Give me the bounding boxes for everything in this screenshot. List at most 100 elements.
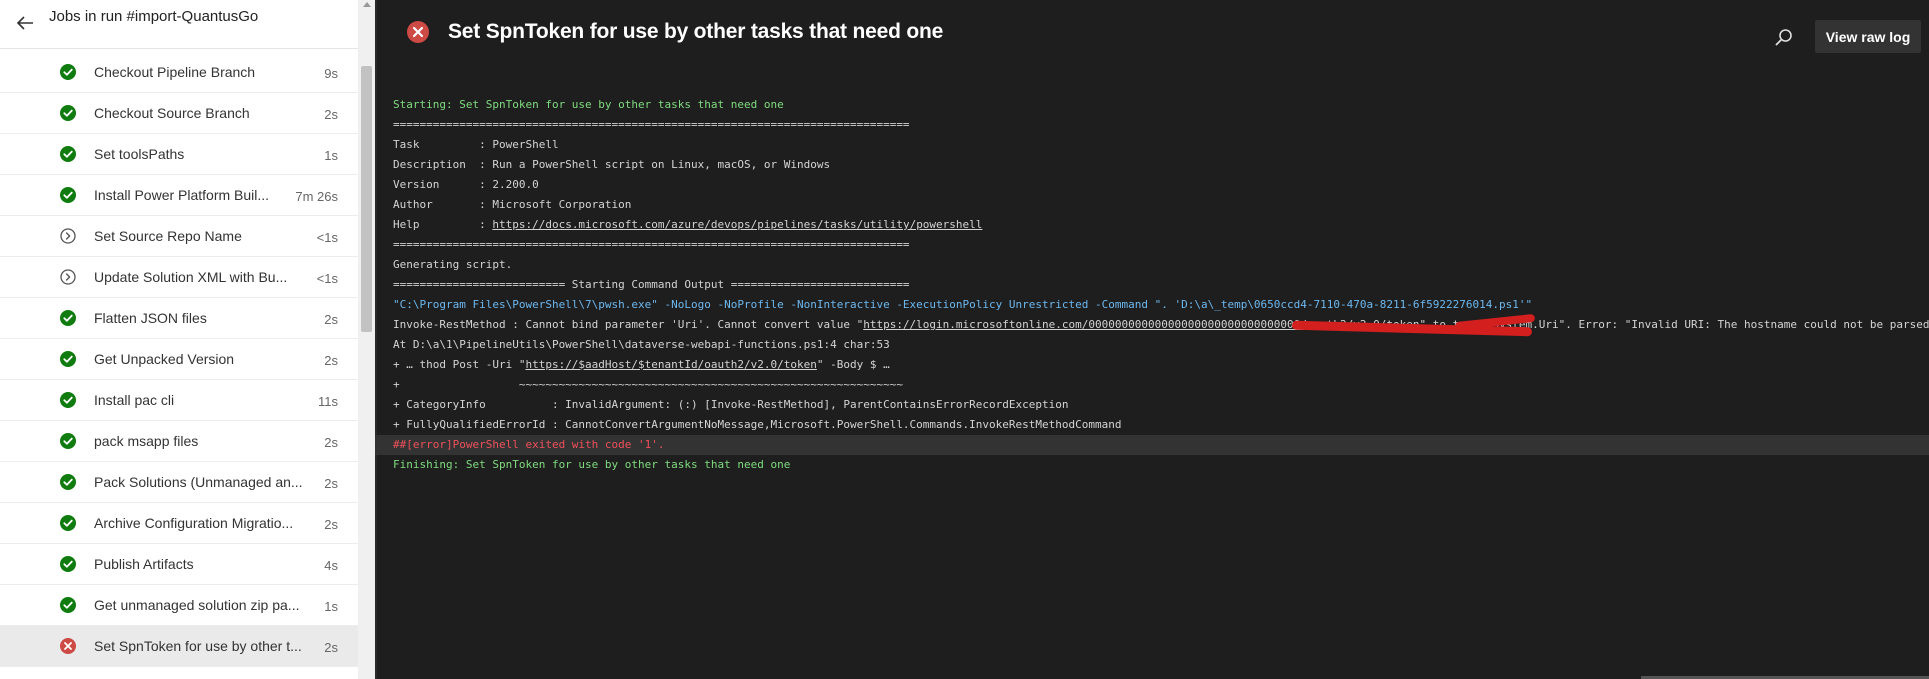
job-step-item[interactable]: Publish Artifacts 4s xyxy=(0,544,358,585)
log-line-command: "C:\Program Files\PowerShell\7\pwsh.exe"… xyxy=(393,298,1533,311)
sidebar-header: Jobs in run #import-QuantusGo xyxy=(0,0,358,49)
log-line: ========================== Starting Comm… xyxy=(393,278,910,291)
log-line: Finishing: Set SpnToken for use by other… xyxy=(393,458,791,471)
job-step-label: Set toolsPaths xyxy=(94,146,185,162)
job-step-label: Install Power Platform Buil... xyxy=(94,187,270,203)
scrollbar-thumb[interactable] xyxy=(361,66,372,332)
job-step-label: Archive Configuration Migratio... xyxy=(94,515,294,531)
job-step-duration: 1s xyxy=(324,599,338,614)
log-line: Starting: Set SpnToken for use by other … xyxy=(393,98,784,111)
job-step-item[interactable]: Get Unpacked Version 2s xyxy=(0,339,358,380)
job-step-duration: 2s xyxy=(324,517,338,532)
success-check-icon xyxy=(60,105,76,121)
success-check-icon xyxy=(60,515,76,531)
log-line-help: Help : https://docs.microsoft.com/azure/… xyxy=(375,215,1929,235)
log-output: Starting: Set SpnToken for use by other … xyxy=(375,95,1929,475)
job-step-duration: 9s xyxy=(324,66,338,81)
log-line: Version : 2.200.0 xyxy=(393,178,539,191)
job-step-label: Update Solution XML with Bu... xyxy=(94,269,288,285)
post-prefix: + … thod Post -Uri " xyxy=(393,358,526,371)
failed-status-icon xyxy=(407,21,429,43)
log-line: Task : PowerShell xyxy=(393,138,559,151)
job-step-list: Checkout Pipeline Branch 9s Checkout Sourc… xyxy=(0,52,358,679)
job-step-item[interactable]: Set SpnToken for use by other t... 2s xyxy=(0,626,358,667)
log-line: At D:\a\1\PipelineUtils\PowerShell\datav… xyxy=(393,338,890,351)
skipped-chevron-icon xyxy=(60,269,76,285)
jobs-sidebar: Jobs in run #import-QuantusGo Checkout P… xyxy=(0,0,375,679)
job-step-label: Flatten JSON files xyxy=(94,310,207,326)
job-step-item[interactable]: Checkout Source Branch 2s xyxy=(0,93,358,134)
job-step-label: Install pac cli xyxy=(94,392,175,408)
job-step-label: pack msapp files xyxy=(94,433,199,449)
job-step-item[interactable]: Flatten JSON files 2s xyxy=(0,298,358,339)
sidebar-title: Jobs in run #import-QuantusGo xyxy=(49,8,259,25)
job-step-duration: 2s xyxy=(324,435,338,450)
job-step-label: Set SpnToken for use by other t... xyxy=(94,638,302,654)
job-step-item[interactable]: Install Power Platform Buil... 7m 26s xyxy=(0,175,358,216)
log-line-invoke-error: Invoke-RestMethod : Cannot bind paramete… xyxy=(375,315,1929,335)
job-step-label: Publish Artifacts xyxy=(94,556,194,572)
job-step-duration: 2s xyxy=(324,476,338,491)
failed-x-icon xyxy=(60,638,76,654)
success-check-icon xyxy=(60,146,76,162)
help-label: Help : xyxy=(393,218,493,231)
job-step-label: Checkout Source Branch xyxy=(94,105,250,121)
success-check-icon xyxy=(60,597,76,613)
post-suffix: " -Body $ … xyxy=(816,358,890,371)
log-panel: Set SpnToken for use by other tasks that… xyxy=(375,0,1929,679)
log-line: ========================================… xyxy=(393,238,910,251)
success-check-icon xyxy=(60,556,76,572)
success-check-icon xyxy=(60,392,76,408)
log-line: + CategoryInfo : InvalidArgument: (:) [I… xyxy=(393,398,1069,411)
log-line: Author : Microsoft Corporation xyxy=(393,198,632,211)
success-check-icon xyxy=(60,474,76,490)
success-check-icon xyxy=(60,187,76,203)
job-step-item[interactable]: Update Solution XML with Bu... <1s xyxy=(0,257,358,298)
log-line-error: ##[error]PowerShell exited with code '1'… xyxy=(375,435,1929,455)
job-step-duration: 1s xyxy=(324,148,338,163)
post-url-link[interactable]: https://$aadHost/$tenantId/oauth2/v2.0/t… xyxy=(525,358,816,371)
success-check-icon xyxy=(60,351,76,367)
job-step-label: Get Unpacked Version xyxy=(94,351,235,367)
view-raw-log-button[interactable]: View raw log xyxy=(1815,20,1921,53)
success-check-icon xyxy=(60,433,76,449)
log-line: Generating script. xyxy=(393,258,513,271)
job-step-label: Checkout Pipeline Branch xyxy=(94,64,256,80)
log-line-post: + … thod Post -Uri "https://$aadHost/$te… xyxy=(375,355,1929,375)
task-title: Set SpnToken for use by other tasks that… xyxy=(448,20,944,43)
success-check-icon xyxy=(60,310,76,326)
invoke-prefix: Invoke-RestMethod : Cannot bind paramete… xyxy=(393,318,864,331)
scroll-up-arrow-icon[interactable] xyxy=(363,2,371,7)
job-step-duration: 2s xyxy=(324,640,338,655)
job-step-label: Pack Solutions (Unmanaged an... xyxy=(94,474,303,490)
job-step-item[interactable]: Archive Configuration Migratio... 2s xyxy=(0,503,358,544)
success-check-icon xyxy=(60,64,76,80)
job-step-label: Set Source Repo Name xyxy=(94,228,242,244)
job-step-item[interactable]: Get unmanaged solution zip pa... 1s xyxy=(0,585,358,626)
log-line: + ~~~~~~~~~~~~~~~~~~~~~~~~~~~~~~~~~~~~~~… xyxy=(393,378,903,391)
log-line: + FullyQualifiedErrorId : CannotConvertA… xyxy=(393,418,1122,431)
job-step-duration: 2s xyxy=(324,107,338,122)
job-step-duration: 2s xyxy=(324,312,338,327)
log-line: ========================================… xyxy=(393,118,910,131)
job-step-duration: 11s xyxy=(318,394,338,409)
log-line: Description : Run a PowerShell script on… xyxy=(393,158,831,171)
job-step-duration: <1s xyxy=(316,230,338,245)
job-step-duration: <1s xyxy=(316,271,338,286)
job-step-label: Get unmanaged solution zip pa... xyxy=(94,597,300,613)
job-step-duration: 7m 26s xyxy=(295,189,338,204)
job-step-item[interactable]: Set toolsPaths 1s xyxy=(0,134,358,175)
skipped-chevron-icon xyxy=(60,228,76,244)
job-step-item[interactable]: pack msapp files 2s xyxy=(0,421,358,462)
job-step-item[interactable]: Checkout Pipeline Branch 9s xyxy=(0,52,358,93)
job-step-item[interactable]: Pack Solutions (Unmanaged an... 2s xyxy=(0,462,358,503)
job-step-item[interactable]: Set toolsPaths<1s xyxy=(0,667,358,679)
help-link[interactable]: https://docs.microsoft.com/azure/devops/… xyxy=(492,218,982,231)
job-step-item[interactable]: Set Source Repo Name <1s xyxy=(0,216,358,257)
job-step-item[interactable]: Install pac cli 11s xyxy=(0,380,358,421)
job-step-duration: 2s xyxy=(324,353,338,368)
back-arrow-icon[interactable] xyxy=(12,10,38,36)
job-step-duration: 4s xyxy=(324,558,338,573)
sidebar-scrollbar[interactable] xyxy=(358,0,375,679)
search-icon[interactable] xyxy=(1775,28,1793,46)
